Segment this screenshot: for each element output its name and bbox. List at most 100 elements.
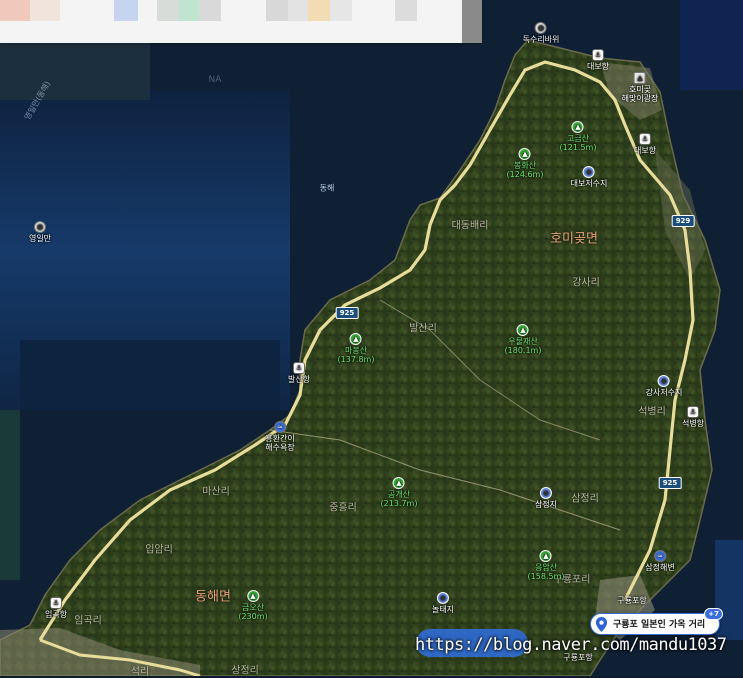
blurred-block	[179, 0, 199, 21]
poi-yeongilman[interactable]: ● 영일만	[29, 221, 51, 243]
poi-label: 봉화산 (124.6m)	[506, 161, 544, 179]
poi-label: 석병항	[681, 419, 705, 428]
poi-heunghwan-beach[interactable]: ≈ 흥환간이 해수욕장	[265, 421, 295, 452]
poi-seokbyeong-port[interactable]: ⚓ 석병항	[682, 406, 704, 428]
poi-label: 대보저수지	[570, 179, 608, 188]
mountain-icon: ▲	[350, 333, 362, 345]
poi-label: 고금산 (121.5m)	[559, 134, 597, 152]
poi-label: 마봉산 (137.8m)	[337, 346, 375, 364]
poi-label: 강사저수지	[645, 388, 683, 397]
village-label: 발산리	[409, 323, 437, 335]
blurred-block	[330, 0, 352, 21]
village-label: 임곡리	[74, 615, 102, 627]
poi-gangsa-reservoir[interactable]: ◆ 강사저수지	[645, 375, 683, 397]
poi-label: 흥환간이 해수욕장	[265, 434, 295, 452]
village-label: 입암리	[145, 544, 173, 556]
mountain-icon: ▲	[540, 550, 552, 562]
port-icon: ⚓	[687, 406, 699, 418]
poi-dugsuri-rock[interactable]: ● 독수리바위	[522, 22, 560, 44]
poi-bonghwasan[interactable]: ▲ 봉화산 (124.6m)	[506, 148, 544, 179]
water-icon: ◆	[437, 592, 449, 604]
mountain-icon: ▲	[247, 590, 259, 602]
beach-icon: ≈	[273, 421, 286, 433]
poi-samjeong-beach[interactable]: ≈ 삼정해변	[645, 550, 675, 572]
poi-balsan-port[interactable]: ⚓ 발산항	[288, 362, 310, 384]
place-icon: ●	[34, 221, 46, 233]
blurred-block	[157, 0, 179, 21]
more-results-badge[interactable]: +7	[704, 608, 723, 620]
poi-label: 놀태지	[431, 605, 455, 614]
poi-homigot-plaza[interactable]: ▲ 호미곶 해맞이광장	[621, 72, 659, 103]
poi-label: 응암산 (158.5m)	[527, 563, 565, 581]
poi-samjeongji[interactable]: ◆ 삼정지	[535, 487, 557, 509]
port-icon: ⚓	[293, 362, 305, 374]
sea-tile-right	[680, 0, 743, 90]
port-icon: ⚓	[50, 597, 62, 609]
landmark-icon: ▲	[634, 72, 646, 84]
district-label-homigot: 호미곶면	[550, 231, 598, 247]
route-shield: 925	[335, 307, 359, 319]
poi-uraejaesan[interactable]: ▲ 우물재산 (180.1m)	[504, 324, 542, 355]
poi-label: 공개산 (213.7m)	[380, 490, 418, 508]
poi-daebo-port[interactable]: ⚓ 대보항	[587, 49, 609, 71]
attraction-icon: ●	[535, 22, 547, 34]
beach-icon: ≈	[653, 550, 666, 562]
village-label: 대동배리	[451, 220, 489, 232]
poi-label: 영일만	[28, 234, 52, 243]
blurred-block	[288, 0, 308, 21]
water-icon: ◆	[540, 487, 552, 499]
blurred-block	[199, 0, 221, 21]
poi-label: 독수리바위	[522, 35, 560, 44]
mountain-icon: ▲	[517, 324, 529, 336]
poi-gonggaesan[interactable]: ▲ 공개산 (213.7m)	[380, 477, 418, 508]
map-search-bar[interactable]	[0, 0, 482, 43]
blurred-block	[114, 0, 138, 21]
village-label: 중흥리	[329, 502, 357, 514]
blurred-block	[30, 0, 60, 21]
village-label: 석병리	[638, 406, 666, 418]
poi-label: 삼정해변	[645, 563, 675, 572]
port-icon: ⚓	[592, 49, 604, 61]
mountain-icon: ▲	[393, 477, 405, 489]
blurred-block	[308, 0, 330, 21]
poi-label: 삼정지	[534, 500, 558, 509]
poi-mabongsan[interactable]: ▲ 마봉산 (137.8m)	[337, 333, 375, 364]
village-label: 석리	[130, 666, 150, 678]
route-shield: 929	[671, 215, 695, 227]
poi-guryongpo-port[interactable]: 구룡포항	[617, 596, 646, 605]
port-icon: ⚓	[639, 133, 651, 145]
water-icon: ◆	[583, 166, 595, 178]
poi-label: 대보항	[586, 62, 610, 71]
poi-gogeumsan[interactable]: ▲ 고금산 (121.5m)	[559, 121, 597, 152]
poi-geumosan[interactable]: ▲ 금오산 (230m)	[238, 590, 268, 621]
poi-daebo-reservoir[interactable]: ◆ 대보저수지	[570, 166, 608, 188]
village-label: 마산리	[202, 486, 230, 498]
route-shield: 925	[658, 477, 682, 489]
blog-watermark: https://blog.naver.com/mandu1037	[415, 635, 727, 655]
sea-label: 동해	[319, 183, 335, 193]
water-icon: ◆	[658, 375, 670, 387]
village-label: 상정리	[231, 665, 259, 677]
faint-road-label: NA	[208, 75, 222, 85]
poi-noltaeji[interactable]: ◆ 놀태지	[432, 592, 454, 614]
blurred-block	[395, 0, 417, 21]
blurred-block	[266, 0, 288, 21]
poi-imgok-port[interactable]: ⚓ 임곡항	[45, 597, 67, 619]
poi-label: 우물재산 (180.1m)	[504, 337, 542, 355]
village-label: 삼정리	[571, 493, 599, 505]
village-label: 강사리	[572, 277, 600, 289]
poi-label: 대보항	[633, 146, 657, 155]
poi-label: 임곡항	[44, 610, 68, 619]
blurred-block	[0, 0, 30, 21]
sea-tile-dark	[20, 340, 280, 410]
blurred-block	[462, 0, 482, 43]
poi-eungamsan[interactable]: ▲ 응암산 (158.5m)	[527, 550, 565, 581]
poi-label: 금오산 (230m)	[238, 603, 268, 621]
poi-label: 발산항	[287, 375, 311, 384]
sea-tile-top	[0, 40, 150, 100]
poi-label: 구룡포항	[617, 596, 647, 605]
poi-daebo-port-2[interactable]: ⚓ 대보항	[634, 133, 656, 155]
poi-label: 호미곶 해맞이광장	[621, 85, 659, 103]
mountain-icon: ▲	[519, 148, 531, 160]
sea-tile-left-bottom	[0, 410, 20, 580]
